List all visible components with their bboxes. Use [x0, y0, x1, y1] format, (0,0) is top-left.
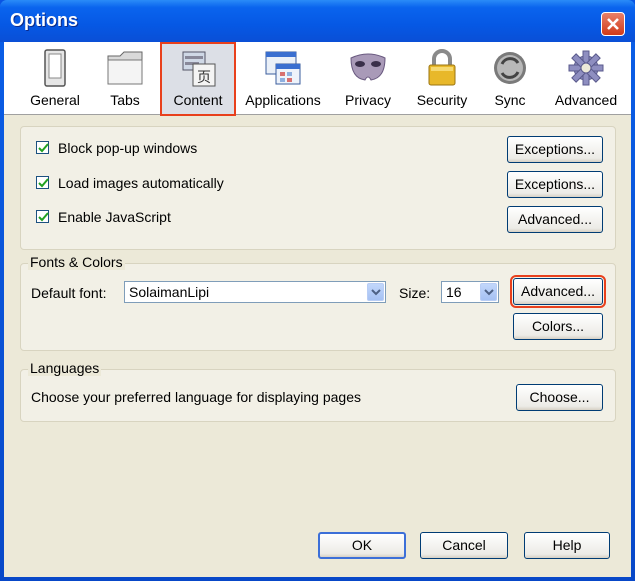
tab-advanced[interactable]: Advanced — [550, 42, 622, 114]
padlock-icon — [428, 49, 456, 86]
dialog-client: General Tabs 页 Content Applications Priv… — [4, 42, 631, 577]
ok-button[interactable]: OK — [318, 532, 406, 559]
tab-privacy[interactable]: Privacy — [336, 42, 400, 114]
languages-title: Languages — [28, 360, 102, 376]
tab-sync[interactable]: Sync — [482, 42, 538, 114]
block-popups-checkbox[interactable] — [36, 141, 49, 154]
sync-icon — [494, 52, 526, 84]
chevron-down-icon — [371, 289, 381, 296]
options-window: Options General Tabs 页 Content Applicati… — [0, 0, 635, 581]
image-exceptions-button[interactable]: Exceptions... — [507, 171, 603, 198]
default-font-select[interactable]: SolaimanLipi — [124, 281, 386, 303]
gear-icon — [568, 50, 604, 86]
languages-description: Choose your preferred language for displ… — [31, 389, 361, 405]
category-toolbar: General Tabs 页 Content Applications Priv… — [4, 42, 631, 116]
svg-text:页: 页 — [197, 70, 211, 86]
choose-language-button[interactable]: Choose... — [516, 384, 603, 411]
chevron-down-icon — [484, 289, 494, 296]
close-button[interactable] — [601, 12, 625, 36]
close-icon — [607, 18, 619, 30]
enable-javascript-checkbox[interactable] — [36, 210, 49, 223]
window-title: Options — [10, 10, 78, 30]
tab-general[interactable]: General — [22, 42, 88, 114]
title-bar[interactable]: Options — [0, 0, 635, 42]
general-icon — [44, 49, 66, 87]
default-font-label: Default font: — [31, 285, 107, 301]
checkmark-icon — [38, 143, 49, 153]
tab-content[interactable]: 页 Content — [160, 42, 236, 116]
tab-security[interactable]: Security — [408, 42, 476, 114]
tabs-icon — [107, 51, 143, 85]
javascript-advanced-button[interactable]: Advanced... — [507, 206, 603, 233]
font-size-value: 16 — [446, 284, 462, 300]
tab-tabs[interactable]: Tabs — [92, 42, 158, 114]
load-images-label: Load images automatically — [58, 175, 224, 191]
block-popups-label: Block pop-up windows — [58, 140, 198, 156]
content-icon: 页 — [182, 51, 216, 87]
applications-icon — [265, 51, 301, 85]
font-size-select[interactable]: 16 — [441, 281, 499, 303]
fonts-advanced-button[interactable]: Advanced... — [510, 275, 606, 308]
checkmark-icon — [38, 212, 49, 222]
checkmark-icon — [38, 178, 49, 188]
tab-applications[interactable]: Applications — [244, 42, 322, 114]
help-button[interactable]: Help — [524, 532, 610, 559]
popup-exceptions-button[interactable]: Exceptions... — [507, 136, 603, 163]
size-label: Size: — [399, 285, 431, 301]
load-images-checkbox[interactable] — [36, 176, 49, 189]
cancel-button[interactable]: Cancel — [420, 532, 508, 559]
default-font-value: SolaimanLipi — [129, 284, 210, 300]
dropdown-arrow[interactable] — [480, 283, 497, 301]
enable-javascript-label: Enable JavaScript — [58, 209, 171, 225]
colors-button[interactable]: Colors... — [513, 313, 603, 340]
privacy-mask-icon — [350, 53, 386, 81]
dropdown-arrow[interactable] — [367, 283, 384, 301]
fonts-colors-title: Fonts & Colors — [28, 254, 125, 270]
